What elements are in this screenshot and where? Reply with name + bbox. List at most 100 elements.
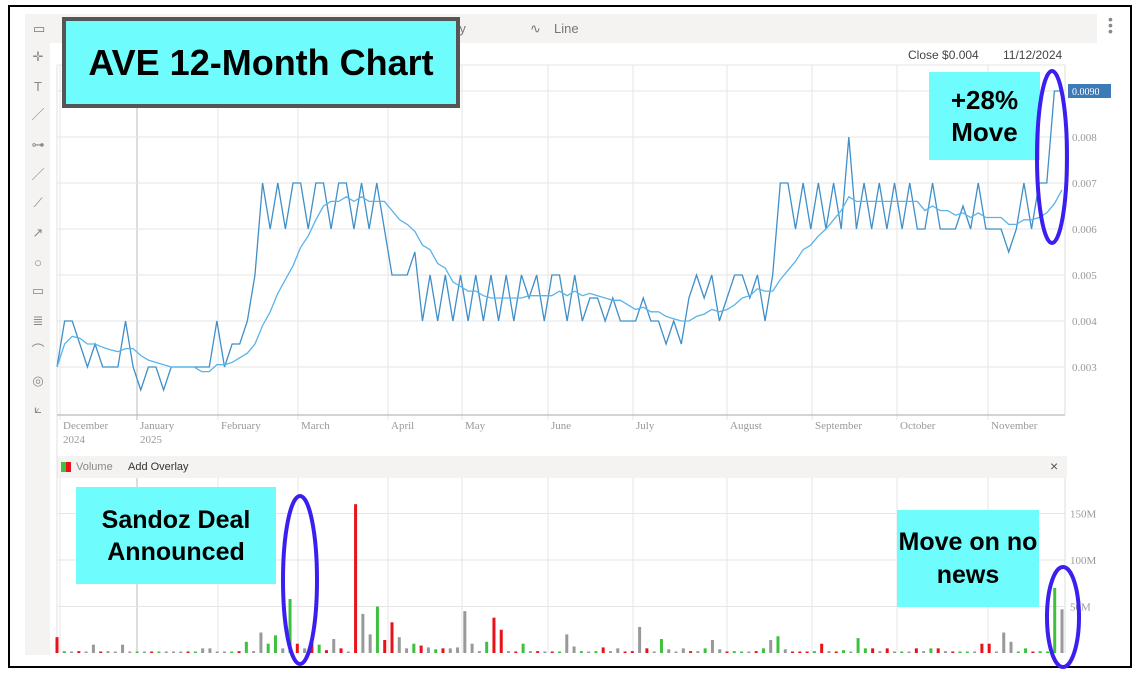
- volume-bar: [994, 651, 998, 653]
- volume-bar: [805, 651, 809, 653]
- volume-bar: [696, 651, 700, 653]
- volume-bar: [237, 651, 241, 653]
- volume-bar: [121, 644, 125, 653]
- volume-bar: [893, 651, 896, 653]
- volume-bar: [1024, 648, 1028, 653]
- volume-bar: [769, 639, 773, 653]
- volume-bar: [667, 649, 671, 653]
- volume-bar: [405, 648, 409, 653]
- volume-bar: [536, 651, 540, 653]
- volume-bar: [951, 651, 955, 653]
- volume-bar: [652, 651, 656, 653]
- volume-bar: [863, 648, 867, 653]
- volume-bar: [601, 647, 605, 653]
- volume-bar: [193, 651, 197, 653]
- volume-bar: [689, 651, 693, 653]
- volume-bar: [470, 643, 474, 653]
- volume-bar: [230, 651, 234, 653]
- volume-bar: [507, 651, 511, 653]
- sandoz-annotation: Sandoz Deal Announced: [76, 487, 276, 584]
- volume-bar: [215, 651, 219, 653]
- volume-bar: [878, 651, 882, 653]
- y-tick-label: 0.004: [1072, 316, 1097, 328]
- no-news-annotation: Move on no news: [897, 510, 1039, 607]
- volume-bar: [900, 651, 904, 653]
- volume-bar: [638, 626, 642, 653]
- volume-bar: [608, 651, 612, 653]
- volume-bar: [1016, 651, 1020, 653]
- volume-bar: [346, 651, 350, 653]
- volume-bar: [172, 651, 176, 653]
- volume-bar: [1038, 651, 1042, 653]
- volume-bar: [485, 641, 489, 653]
- volume-bar: [368, 634, 372, 653]
- volume-bar: [856, 638, 860, 653]
- volume-bar: [914, 648, 918, 653]
- volume-bar: [419, 645, 423, 653]
- volume-bar: [426, 647, 430, 653]
- volume-bar: [448, 648, 452, 653]
- volume-bar: [703, 648, 707, 653]
- volume-bar: [288, 599, 292, 653]
- volume-bar: [492, 617, 496, 653]
- volume-bar: [718, 649, 722, 653]
- volume-bar: [623, 651, 627, 653]
- volume-bar: [885, 648, 889, 653]
- volume-bar: [463, 611, 467, 653]
- volume-bar: [135, 651, 139, 653]
- volume-bar: [55, 637, 59, 653]
- volume-bar: [936, 648, 940, 653]
- volume-bar: [434, 649, 438, 653]
- title-annotation: AVE 12-Month Chart: [62, 17, 460, 108]
- x-tick-label: February: [221, 420, 261, 432]
- volume-bar: [303, 648, 307, 653]
- volume-bar: [594, 651, 598, 653]
- x-tick-label: April: [391, 420, 415, 432]
- volume-bar: [244, 641, 248, 653]
- volume-bar: [70, 651, 74, 653]
- volume-bar: [1009, 641, 1013, 653]
- volume-bar: [827, 651, 831, 653]
- volume-bar: [62, 651, 66, 653]
- volume-bar: [106, 651, 110, 653]
- volume-bar: [201, 648, 205, 653]
- volume-tick-label: 100M: [1070, 555, 1097, 567]
- volume-bar: [223, 651, 226, 653]
- volume-bar: [266, 643, 270, 653]
- volume-bar: [725, 651, 729, 653]
- volume-bar: [710, 639, 714, 653]
- volume-tick-label: 50M: [1070, 602, 1091, 614]
- volume-bar: [412, 643, 416, 653]
- x-tick-label: September: [815, 420, 863, 432]
- volume-bar: [965, 651, 969, 653]
- x-tick-label: March: [301, 420, 330, 432]
- x-tick-label: May: [465, 420, 486, 432]
- volume-bar: [208, 648, 212, 653]
- y-tick-label: 0.005: [1072, 270, 1097, 282]
- volume-bar: [375, 606, 379, 653]
- volume-bar: [361, 613, 365, 653]
- volume-bar: [383, 639, 387, 653]
- volume-bar: [958, 651, 962, 653]
- volume-bar: [842, 650, 846, 653]
- x-tick-label: June: [551, 420, 572, 432]
- volume-bar: [310, 639, 314, 653]
- x-tick-label: October: [900, 420, 936, 432]
- volume-bar: [528, 651, 532, 653]
- volume-bar: [820, 643, 824, 653]
- move-annotation: +28% Move: [929, 72, 1040, 160]
- y-tick-label: 0.006: [1072, 224, 1097, 236]
- volume-bar: [565, 634, 569, 653]
- volume-bar: [281, 648, 285, 653]
- volume-bar: [441, 648, 445, 653]
- x-tick-label: November: [991, 420, 1038, 432]
- volume-bar: [1002, 632, 1006, 653]
- volume-bar: [113, 651, 117, 653]
- x-tick-label: July: [636, 420, 655, 432]
- volume-bar: [579, 651, 583, 653]
- volume-bar: [91, 644, 95, 653]
- volume-bar: [798, 651, 802, 653]
- x-tick-label: August: [730, 420, 762, 432]
- volume-bar: [791, 651, 795, 653]
- volume-bar: [987, 643, 991, 653]
